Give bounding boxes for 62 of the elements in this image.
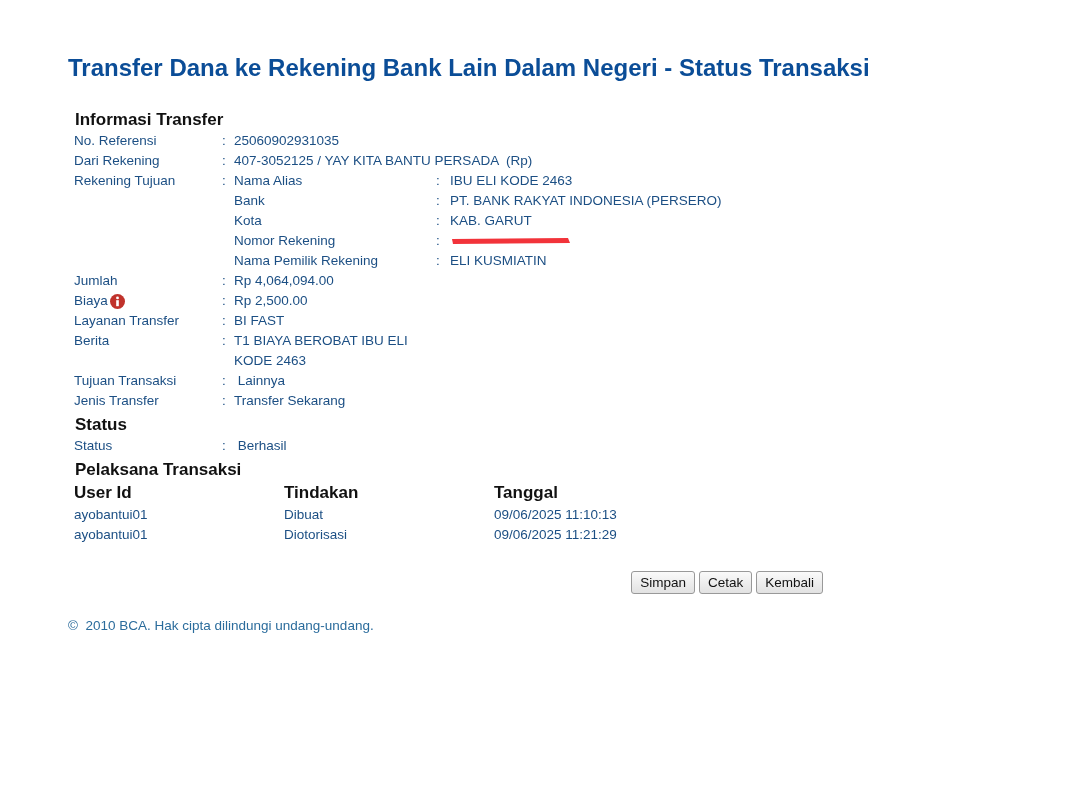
colon: : <box>222 273 226 288</box>
action-button[interactable]: Cetak <box>698 571 753 594</box>
table-cell-text: 09/06/2025 11:10:13 <box>494 506 617 524</box>
table-cell-text: ayobantui01 <box>74 526 148 544</box>
section-heading: Status <box>75 415 127 435</box>
colon: : <box>222 438 226 453</box>
field-value: PT. BANK RAKYAT INDONESIA (PERSERO) <box>450 193 722 208</box>
field-label: Jenis Transfer <box>74 392 159 410</box>
field-value: 25060902931035 <box>234 133 340 148</box>
field-value: 407-3052125 / YAY KITA BANTU PERSADA (Rp) <box>234 153 533 168</box>
field-value: IBU ELI KODE 2463 <box>450 173 573 188</box>
field-label: Berita <box>74 332 110 350</box>
field-value: ELI KUSMIATIN <box>450 253 547 268</box>
section-heading: Informasi Transfer <box>75 110 224 130</box>
table-cell-text: Diotorisasi <box>284 526 348 544</box>
field-value: KODE 2463 <box>234 353 307 368</box>
colon: : <box>222 173 226 188</box>
section-heading: Pelaksana Transaksi <box>75 460 242 480</box>
field-label: Dari Rekening <box>74 152 160 170</box>
copyright-text: © 2010 BCA. Hak cipta dilindungi undang-undang. <box>68 618 374 633</box>
field-value: Transfer Sekarang <box>234 393 346 408</box>
colon: : <box>222 393 226 408</box>
field-label: Tujuan Transaksi <box>74 372 177 390</box>
field-label: Bank <box>234 193 265 208</box>
field-value: Berhasil <box>236 438 287 453</box>
colon: : <box>222 313 226 328</box>
info-icon[interactable] <box>109 293 125 309</box>
colon: : <box>222 373 226 388</box>
column-header: Tindakan <box>284 482 359 504</box>
colon: : <box>222 293 226 308</box>
field-label: Kota <box>234 213 262 228</box>
colon: : <box>436 193 440 208</box>
table-cell-text: 09/06/2025 11:21:29 <box>494 526 617 544</box>
table-cell-text: Dibuat <box>284 506 324 524</box>
field-label: Jumlah <box>74 272 118 290</box>
field-value: KAB. GARUT <box>450 213 532 228</box>
colon: : <box>222 133 226 148</box>
colon: : <box>436 253 440 268</box>
field-value: Rp 4,064,094.00 <box>234 273 334 288</box>
column-header: Tanggal <box>494 482 558 504</box>
table-cell-text: ayobantui01 <box>74 506 148 524</box>
field-label: Layanan Transfer <box>74 312 180 330</box>
field-label: Nama Alias <box>234 173 303 188</box>
colon: : <box>222 333 226 348</box>
field-value: BI FAST <box>234 313 285 328</box>
field-value: Lainnya <box>236 373 286 388</box>
field-label: Nomor Rekening <box>234 233 336 248</box>
page-title: Transfer Dana ke Rekening Bank Lain Dalam Negeri - Status Transaksi <box>68 53 870 83</box>
field-value: T1 BIAYA BEROBAT IBU ELI <box>234 333 408 348</box>
field-value: Rp 2,500.00 <box>234 293 308 308</box>
colon: : <box>436 213 440 228</box>
field-label: Biaya <box>74 292 108 310</box>
field-label: Nama Pemilik Rekening <box>234 253 379 268</box>
colon: : <box>436 233 440 248</box>
action-button[interactable]: Simpan <box>631 571 695 594</box>
colon: : <box>436 173 440 188</box>
field-label: No. Referensi <box>74 132 157 150</box>
field-label: Rekening Tujuan <box>74 172 176 190</box>
column-header: User Id <box>74 482 132 504</box>
colon: : <box>222 153 226 168</box>
field-label: Status <box>74 437 113 455</box>
action-button[interactable]: Kembali <box>756 571 823 594</box>
